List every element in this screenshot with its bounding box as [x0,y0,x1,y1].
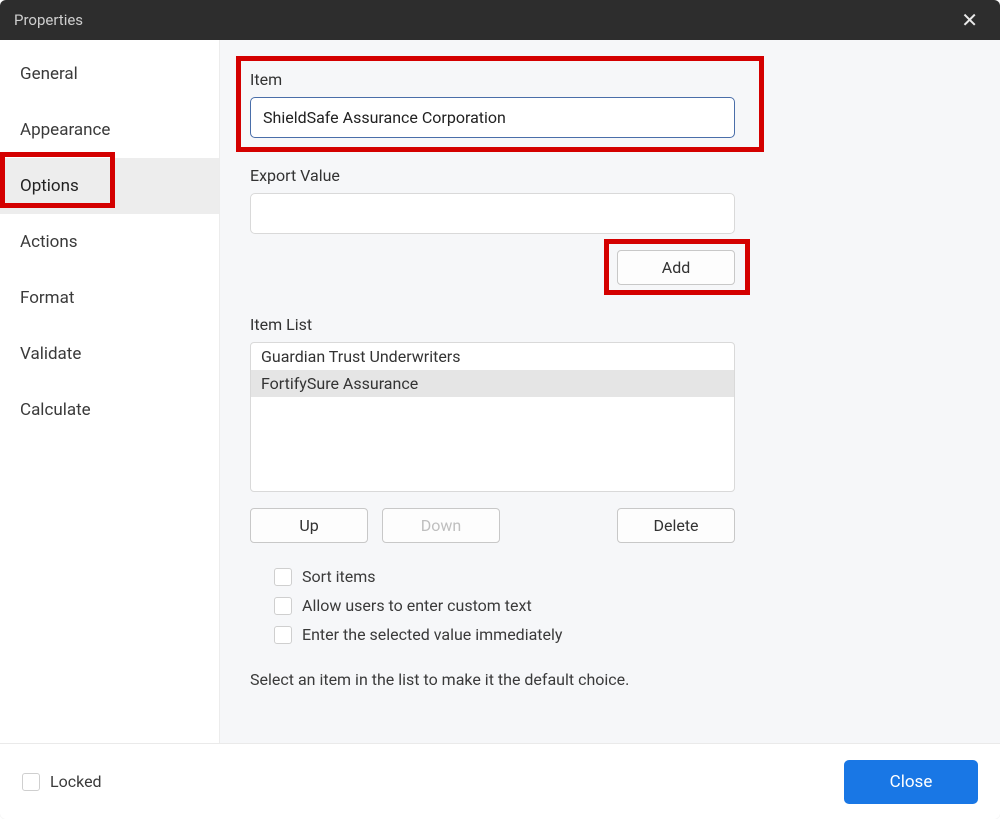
sidebar-item-label: Format [20,288,74,308]
delete-button[interactable]: Delete [617,508,735,543]
dialog-body: General Appearance Options Actions Forma… [0,40,1000,743]
checkbox-icon[interactable] [274,568,292,586]
checkbox-group: Sort items Allow users to enter custom t… [250,567,970,644]
default-hint: Select an item in the list to make it th… [250,670,970,689]
enter-immediately-row[interactable]: Enter the selected value immediately [274,625,970,644]
enter-immediately-label: Enter the selected value immediately [302,625,562,644]
add-button[interactable]: Add [617,250,735,285]
spacer [514,508,603,543]
item-block: Item [250,62,970,138]
item-input[interactable] [250,97,735,138]
sidebar-item-appearance[interactable]: Appearance [0,102,219,158]
locked-row[interactable]: Locked [22,772,102,791]
locked-label: Locked [50,772,102,791]
titlebar: Properties ✕ [0,0,1000,40]
export-value-input[interactable] [250,193,735,234]
close-button[interactable]: Close [844,760,978,804]
sidebar-item-options[interactable]: Options [0,158,219,214]
options-panel: Item Export Value Add Item List Guardian… [220,40,1000,743]
close-icon[interactable]: ✕ [953,6,986,34]
sidebar: General Appearance Options Actions Forma… [0,40,220,743]
sidebar-item-general[interactable]: General [0,46,219,102]
up-button[interactable]: Up [250,508,368,543]
item-label: Item [250,70,970,89]
allow-custom-label: Allow users to enter custom text [302,596,532,615]
sidebar-item-label: Calculate [20,400,91,420]
dialog-footer: Locked Close [0,743,1000,819]
sidebar-item-label: Appearance [20,120,110,140]
sidebar-item-actions[interactable]: Actions [0,214,219,270]
sidebar-item-label: General [20,64,78,84]
sidebar-item-label: Actions [20,232,78,252]
list-item[interactable]: FortifySure Assurance [251,370,734,397]
checkbox-icon[interactable] [274,626,292,644]
sort-items-row[interactable]: Sort items [274,567,970,586]
allow-custom-row[interactable]: Allow users to enter custom text [274,596,970,615]
item-list-label: Item List [250,315,970,334]
window-title: Properties [14,11,83,29]
properties-dialog: Properties ✕ General Appearance Options … [0,0,1000,819]
sidebar-item-label: Options [20,176,79,196]
sidebar-item-calculate[interactable]: Calculate [0,382,219,438]
sidebar-item-validate[interactable]: Validate [0,326,219,382]
list-item[interactable]: Guardian Trust Underwriters [251,343,734,370]
sort-items-label: Sort items [302,567,376,586]
sidebar-item-format[interactable]: Format [0,270,219,326]
checkbox-icon[interactable] [274,597,292,615]
add-row: Add [250,250,735,285]
sidebar-item-label: Validate [20,344,81,364]
checkbox-icon[interactable] [22,773,40,791]
item-list-block: Item List Guardian Trust Underwriters Fo… [250,315,970,492]
export-value-label: Export Value [250,166,970,185]
list-buttons: Up Down Delete [250,508,735,543]
down-button[interactable]: Down [382,508,500,543]
export-block: Export Value [250,166,970,234]
item-list[interactable]: Guardian Trust Underwriters FortifySure … [250,342,735,492]
